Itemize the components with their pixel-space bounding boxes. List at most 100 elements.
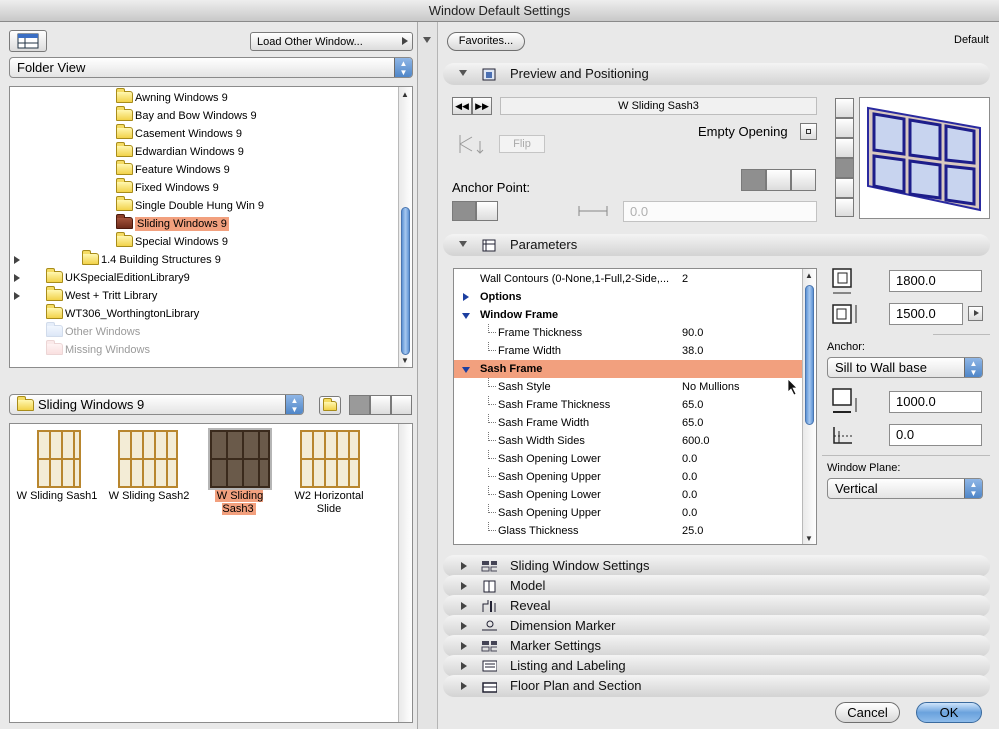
tree-row[interactable]: Missing Windows [10,340,398,359]
tree-row[interactable]: 1.4 Building Structures 9 [10,250,398,269]
section-title: Preview and Positioning [510,66,649,81]
section-dimension-marker[interactable]: Dimension Marker [443,615,990,637]
scroll-down-icon[interactable]: ▼ [805,534,813,543]
param-row[interactable]: Sash Opening Upper 0.0 [454,504,802,522]
param-row[interactable]: Frame Width 38.0 [454,342,802,360]
reveal-field[interactable]: 0.0 [889,424,982,446]
load-other-window-button[interactable]: Load Other Window... [250,32,413,51]
disclosure-triangle-icon[interactable] [14,292,20,300]
param-row[interactable]: Glass Thickness 25.0 [454,522,802,540]
tree-row[interactable]: WT306_WorthingtonLibrary [10,304,398,323]
height-more-button[interactable] [968,306,983,321]
library-items[interactable]: W Sliding Sash1 W Sliding Sash2 W Slidin… [9,423,413,723]
disclosure-triangle-icon [459,70,467,76]
parent-folder-button[interactable] [319,396,341,415]
small-icons-view-button[interactable] [370,395,391,415]
item-thumbnail[interactable] [300,430,360,488]
offset-value-field[interactable]: 0.0 [623,201,817,222]
tree-row[interactable]: Special Windows 9 [10,232,398,251]
section-sliding-window-settings[interactable]: Sliding Window Settings [443,555,990,577]
param-row[interactable]: Sash Opening Lower 0.0 [454,486,802,504]
parameters-scroll-thumb[interactable] [805,285,814,425]
align-center-icon[interactable] [766,169,791,191]
tree-row[interactable]: Feature Windows 9 [10,160,398,179]
item-thumbnail-selected[interactable] [208,428,272,490]
scroll-up-icon[interactable]: ▲ [401,90,409,99]
tree-scroll-thumb[interactable] [401,207,410,355]
scroll-down-icon[interactable]: ▼ [401,356,409,365]
disclosure-triangle-icon[interactable] [462,367,470,373]
previous-item-icon[interactable]: ◀◀ [452,97,472,115]
section-marker-settings[interactable]: Marker Settings [443,635,990,657]
tree-scrollbar[interactable]: ▲ ▼ [398,87,412,367]
tree-row[interactable]: Single Double Hung Win 9 [10,196,398,215]
items-scrollbar[interactable] [398,424,412,722]
disclosure-triangle-icon[interactable] [14,274,20,282]
pane-splitter[interactable] [418,22,438,729]
align-left-icon[interactable] [741,169,766,191]
param-group-row-selected[interactable]: Sash Frame [454,360,802,378]
param-row[interactable]: Sash Width Sides 600.0 [454,432,802,450]
empty-opening-toggle[interactable] [800,123,817,140]
param-group-row[interactable]: Options [454,288,802,306]
tree-row[interactable]: Bay and Bow Windows 9 [10,106,398,125]
param-row[interactable]: Wall Contours (0-None,1-Full,2-Side,... 2 [454,270,802,288]
disclosure-triangle-icon[interactable] [462,313,470,319]
parameters-scrollbar[interactable]: ▲ ▼ [802,269,816,544]
section-view-icon[interactable] [835,118,854,138]
plan-view-icon[interactable] [835,98,854,118]
3d-view-icon[interactable] [835,158,854,178]
anchor-center-icon[interactable] [476,201,498,221]
cancel-button[interactable]: Cancel [835,702,900,723]
section-parameters[interactable]: Parameters [443,234,990,256]
param-row[interactable]: Sash Frame Thickness 65.0 [454,396,802,414]
ok-button[interactable]: OK [916,702,982,723]
section-listing-and-labeling[interactable]: Listing and Labeling [443,655,990,677]
tree-row[interactable]: Other Windows [10,322,398,341]
param-row[interactable]: Sash Opening Upper 0.0 [454,468,802,486]
folder-tree[interactable]: Awning Windows 9 Bay and Bow Windows 9 C… [9,86,413,368]
large-icons-view-button[interactable] [349,395,370,415]
item-thumbnail[interactable] [118,430,178,488]
parameters-list[interactable]: Wall Contours (0-None,1-Full,2-Side,... 2… [453,268,817,545]
section-reveal[interactable]: Reveal [443,595,990,617]
tree-row[interactable]: Edwardian Windows 9 [10,142,398,161]
param-row[interactable]: Frame Thickness 90.0 [454,324,802,342]
section-preview-and-positioning[interactable]: Preview and Positioning [443,63,990,85]
anchor-select[interactable]: Sill to Wall base ▲ ▼ [827,357,983,378]
flip-button[interactable]: Flip [499,135,545,153]
folder-view-select[interactable]: Folder View ▲ ▼ [9,57,413,78]
window-plane-select[interactable]: Vertical ▲ ▼ [827,478,983,499]
tree-row[interactable]: UKSpecialEditionLibrary9 [10,268,398,287]
section-model[interactable]: Model [443,575,990,597]
param-row[interactable]: Sash Frame Width 65.0 [454,414,802,432]
tree-row[interactable]: Fixed Windows 9 [10,178,398,197]
tree-row[interactable]: West + Tritt Library [10,286,398,305]
list-items-view-button[interactable] [391,395,412,415]
elevation-view-icon[interactable] [835,138,854,158]
param-group-row[interactable]: Window Frame [454,306,802,324]
list-view-icon[interactable] [835,198,854,217]
disclosure-triangle-icon[interactable] [463,293,469,301]
favorites-button[interactable]: Favorites... [447,32,525,51]
param-row[interactable]: Sash Opening Lower 0.0 [454,450,802,468]
disclosure-triangle-icon[interactable] [14,256,20,264]
height-field[interactable]: 1500.0 [889,303,963,325]
hotspot-view-icon[interactable] [835,178,854,198]
tree-row[interactable]: Casement Windows 9 [10,124,398,143]
section-floor-plan-and-section[interactable]: Floor Plan and Section [443,675,990,697]
width-field[interactable]: 1800.0 [889,270,982,292]
dimension-marker-icon [482,620,497,631]
current-folder-select[interactable]: Sliding Windows 9 ▲ ▼ [9,394,304,415]
tree-row-selected[interactable]: Sliding Windows 9 [10,214,398,233]
sill-height-field[interactable]: 1000.0 [889,391,982,413]
view-mode-button[interactable] [9,30,47,52]
tree-row[interactable]: Awning Windows 9 [10,88,398,107]
param-row[interactable]: Sash Style No Mullions [454,378,802,396]
scroll-up-icon[interactable]: ▲ [805,271,813,280]
next-item-icon[interactable]: ▶▶ [472,97,492,115]
collapse-arrow-icon[interactable] [423,34,431,46]
item-thumbnail[interactable] [37,430,81,488]
align-right-icon[interactable] [791,169,816,191]
anchor-side-icon[interactable] [452,201,476,221]
